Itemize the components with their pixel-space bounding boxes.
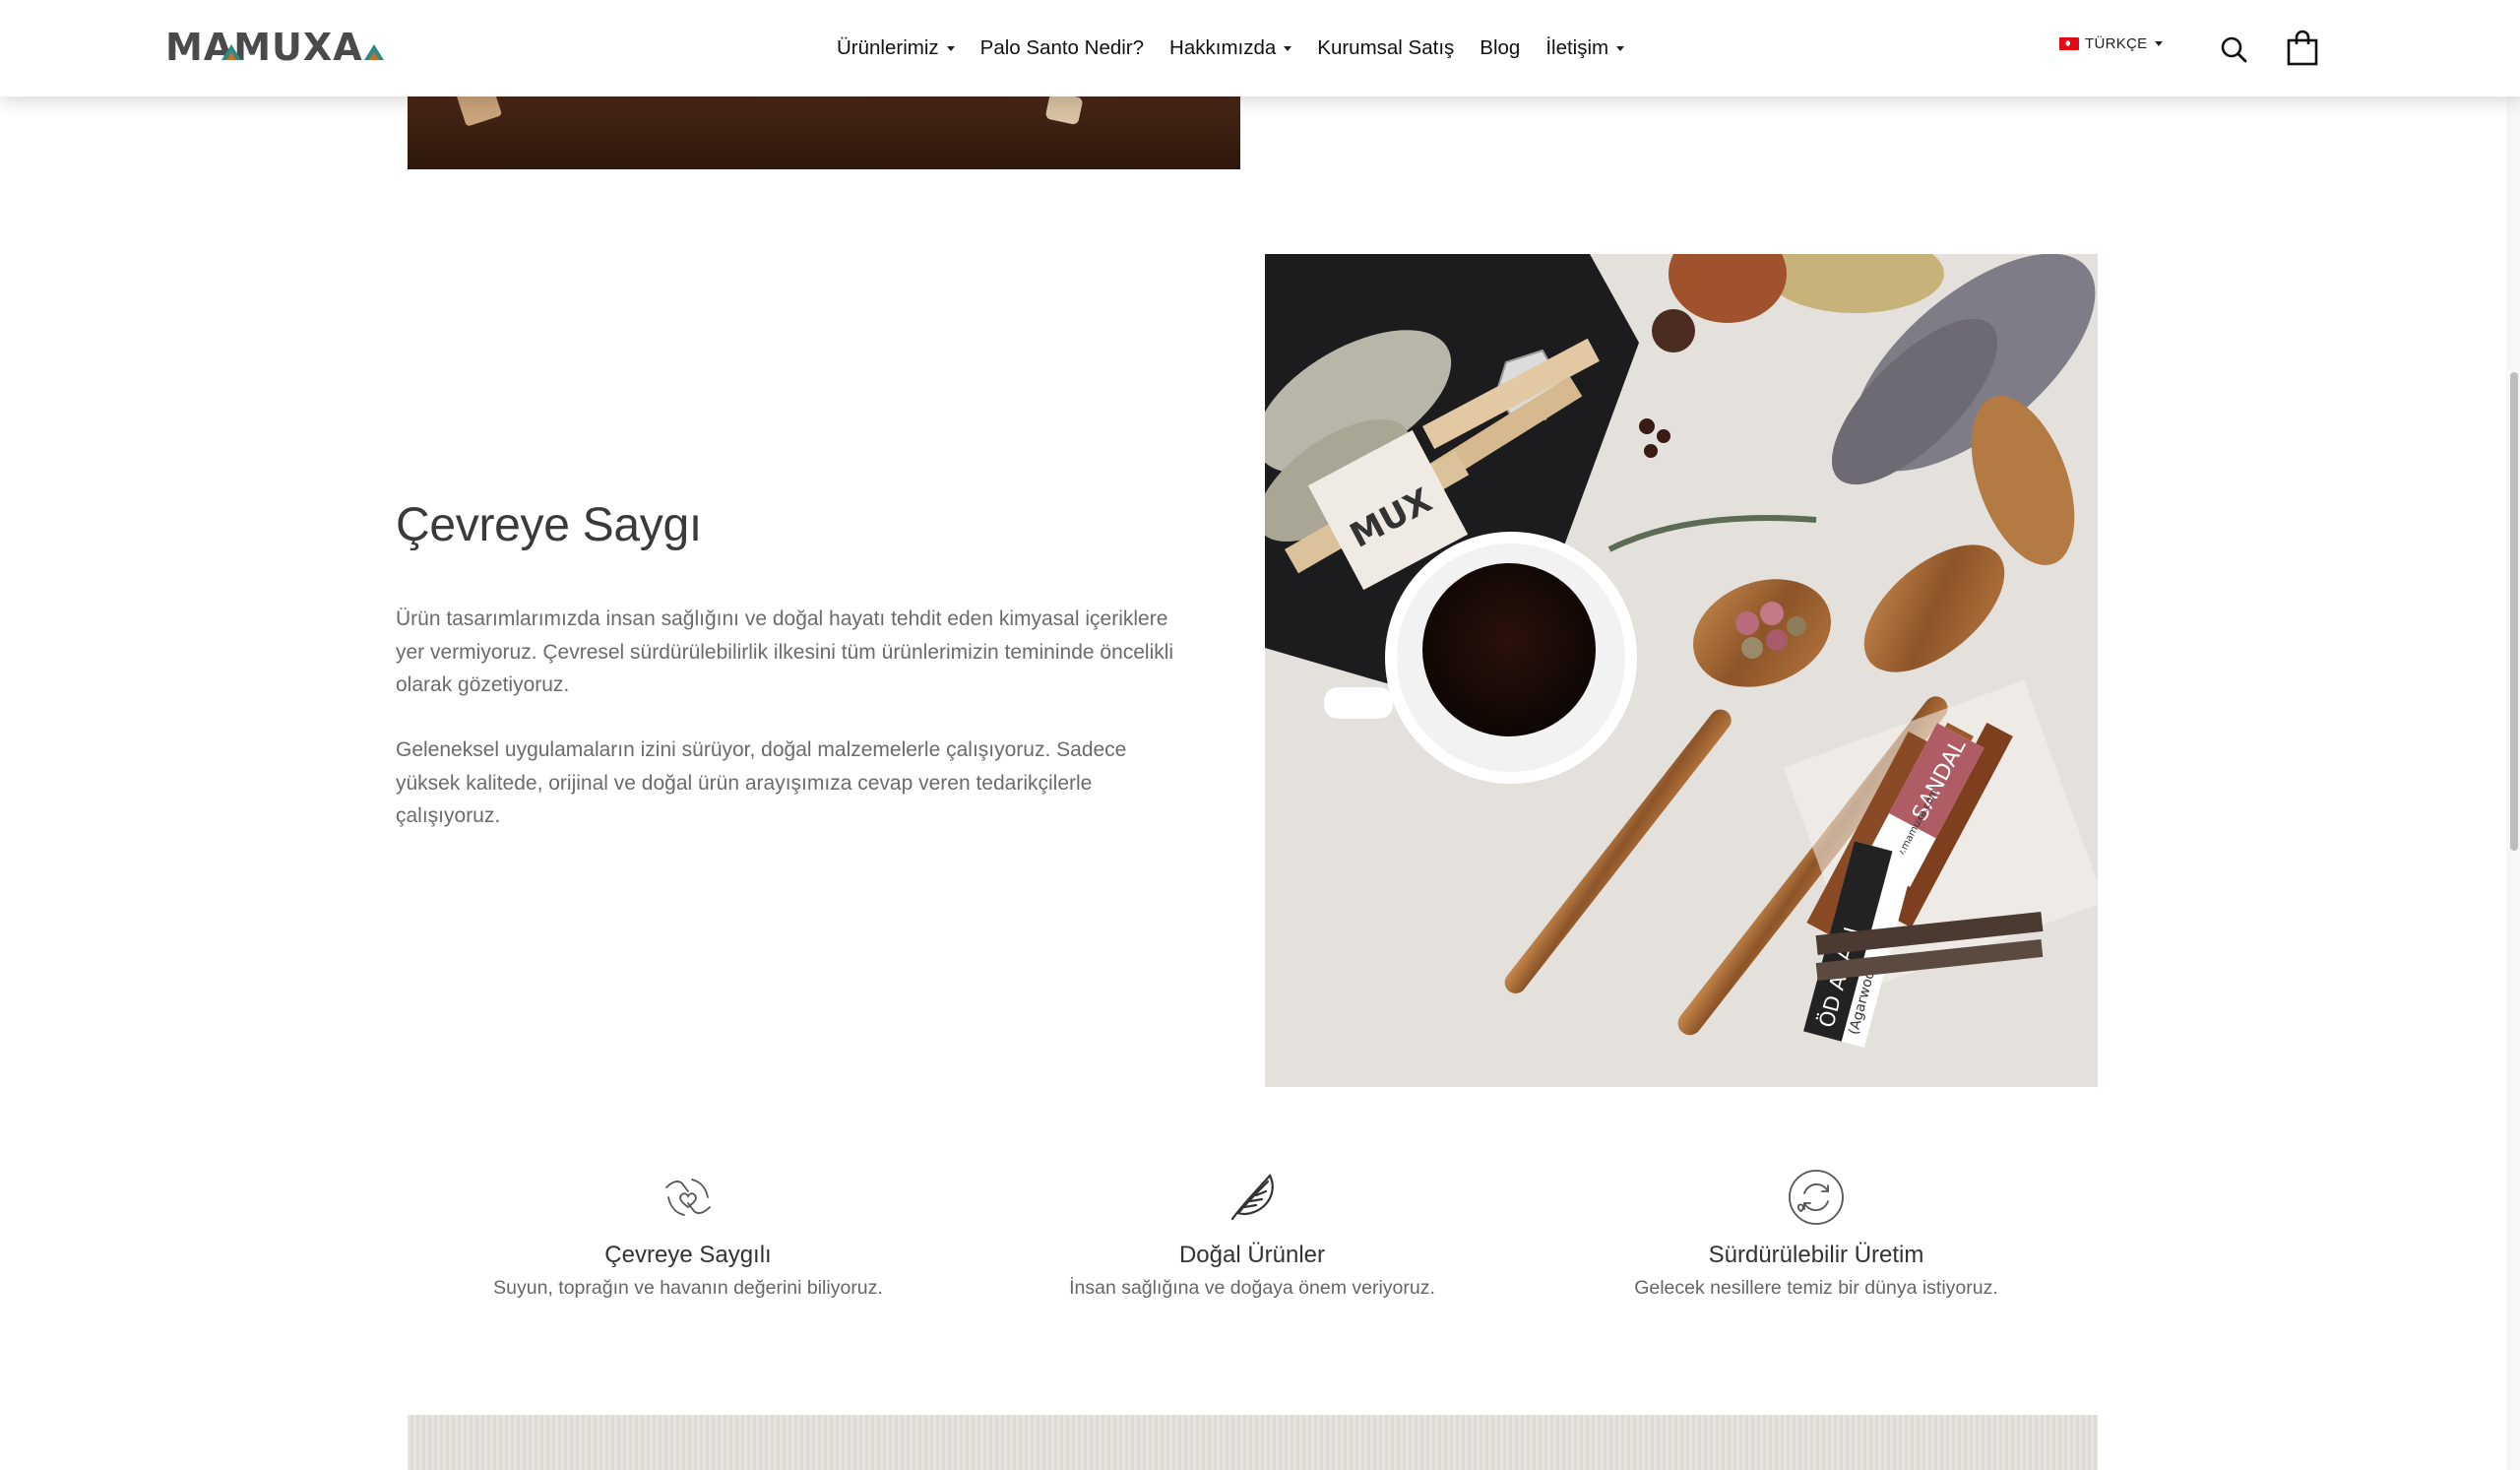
nav-label: Ürünlerimiz (837, 36, 939, 59)
feature-dogal-urunler: Doğal Ürünler İnsan sağlığına ve doğaya … (996, 1168, 1508, 1300)
recycle-icon (1560, 1168, 2072, 1232)
natural-products-photo: MUX SANDAL www.mamuxa.com (Agarwood) (1265, 254, 2098, 1087)
nav-item-iletisim[interactable]: İletişim (1545, 36, 1625, 60)
nav-item-blog[interactable]: Blog (1480, 36, 1520, 60)
site-header: MAMUXA Ürünlerimiz Palo Santo Nedir? Hak… (0, 0, 2520, 96)
svg-text:MAMUXA: MAMUXA (165, 28, 363, 67)
chevron-down-icon (2155, 41, 2164, 46)
scrollbar-track[interactable] (2506, 0, 2520, 1470)
hands-heart-icon (432, 1168, 944, 1232)
leaf-icon (996, 1168, 1508, 1232)
nav-label: Hakkımızda (1169, 36, 1277, 59)
feature-description: Suyun, toprağın ve havanın değerini bili… (493, 1277, 883, 1299)
feature-title: Doğal Ürünler (1178, 1242, 1326, 1268)
mamuxa-logo[interactable]: MAMUXA (165, 26, 394, 72)
section-paragraph-1: Ürün tasarımlarımızda insan sağlığını ve… (396, 607, 1174, 696)
nav-label: İletişim (1545, 36, 1609, 59)
language-selector[interactable]: TÜRKÇE (2059, 35, 2164, 52)
nav-label: Palo Santo Nedir? (979, 36, 1145, 59)
feature-cevreye-saygili: Çevreye Saygılı Suyun, toprağın ve havan… (432, 1168, 944, 1300)
next-section-image (408, 1415, 2098, 1470)
section-paragraph-2: Geleneksel uygulamaların izini sürüyor, … (396, 738, 1127, 827)
language-label: TÜRKÇE (2085, 35, 2148, 52)
nav-item-palo-santo[interactable]: Palo Santo Nedir? (980, 36, 1144, 60)
section-title: Çevreye Saygı (396, 499, 702, 551)
turkey-flag-icon (2059, 37, 2079, 50)
nav-item-urunlerimiz[interactable]: Ürünlerimiz (837, 36, 955, 60)
feature-description: İnsan sağlığına ve doğaya önem veriyoruz… (1069, 1277, 1435, 1299)
nav-label: Blog (1480, 36, 1521, 59)
feature-title: Çevreye Saygılı (604, 1242, 772, 1268)
nav-item-hakkimizda[interactable]: Hakkımızda (1169, 36, 1292, 60)
main-nav: Ürünlerimiz Palo Santo Nedir? Hakkımızda… (837, 30, 1650, 67)
scrollbar-thumb[interactable] (2510, 372, 2518, 851)
nav-label: Kurumsal Satış (1317, 36, 1455, 59)
feature-title: Sürdürülebilir Üretim (1708, 1242, 1924, 1268)
chevron-down-icon (1616, 45, 1625, 51)
chevron-down-icon (946, 45, 955, 51)
shopping-bag-icon[interactable] (2286, 30, 2319, 72)
chevron-down-icon (1284, 45, 1292, 51)
search-icon[interactable] (2220, 30, 2249, 72)
feature-surdurulebilir-uretim: Sürdürülebilir Üretim Gelecek nesillere … (1560, 1168, 2072, 1300)
feature-description: Gelecek nesillere temiz bir dünya istiyo… (1634, 1277, 1998, 1299)
nav-item-kurumsal-satis[interactable]: Kurumsal Satış (1317, 36, 1454, 60)
